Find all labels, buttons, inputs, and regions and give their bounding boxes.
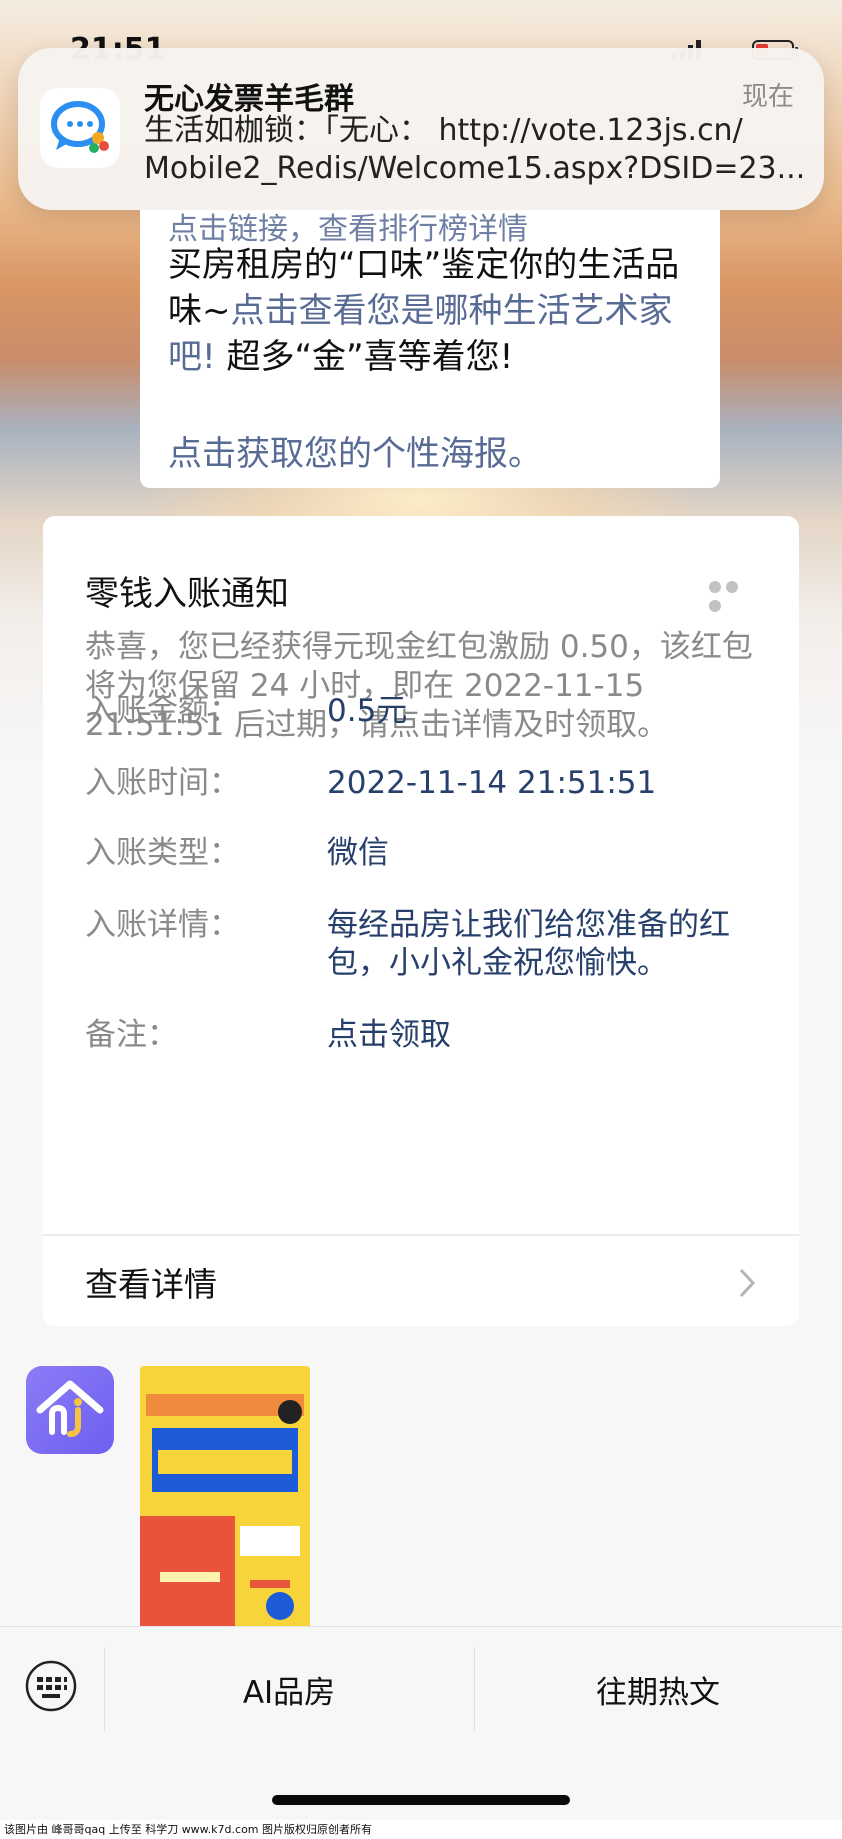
chat-bubble-icon (40, 88, 120, 168)
menu-item-ai-pinfang[interactable]: AI品房 (104, 1667, 474, 1712)
view-details-label: 查看详情 (85, 1265, 217, 1304)
row-label: 入账金额： (85, 693, 240, 729)
notification-time: 现在 (741, 82, 794, 112)
row-value: 微信 (327, 835, 389, 871)
app-avatar[interactable] (26, 1366, 114, 1454)
row-label: 入账详情： (85, 907, 240, 943)
notification-body-line: 生活如枷锁：「无心： http://vote.123js.cn/ (144, 113, 743, 148)
home-indicator[interactable] (272, 1795, 570, 1805)
article-text: 超多“金”喜等着您! (215, 337, 514, 377)
balance-notification-card[interactable]: 零钱入账通知 恭喜，您已经获得元现金红包激励 0.50，该红包将为您保留 24 … (43, 516, 799, 1326)
row-label: 入账类型： (85, 835, 240, 871)
notification-body-line: Mobile2_Redis/Welcome15.aspx?DSID=23... (144, 151, 806, 186)
keyboard-icon[interactable] (24, 1659, 78, 1713)
poster-link[interactable]: 点击获取您的个性海报。 (168, 426, 542, 475)
view-details-button[interactable]: 查看详情 (43, 1236, 799, 1326)
push-notification[interactable]: 无心发票羊毛群 现在 生活如枷锁：「无心： http://vote.123js.… (18, 48, 824, 210)
claim-link[interactable]: 点击领取 (327, 1016, 767, 1054)
row-value: 每经品房让我们给您准备的红包，小小礼金祝您愉快。 (327, 907, 730, 981)
card-title: 零钱入账通知 (85, 574, 289, 614)
chevron-right-icon (739, 1268, 756, 1298)
row-label: 备注： (85, 1017, 178, 1053)
more-dots-icon[interactable] (709, 578, 759, 612)
row-value: 2022-11-14 21:51:51 (327, 765, 657, 801)
poster-image-thumbnail[interactable] (140, 1366, 310, 1630)
article-message-card[interactable]: 点击链接，查看排行榜详情 买房租房的“口味”鉴定你的生活品味~点击查看您是哪种生… (140, 210, 720, 488)
row-value: 0.5元 (327, 693, 408, 729)
bottom-menu-bar: AI品房 往期热文 (0, 1626, 842, 1821)
menu-item-past-articles[interactable]: 往期热文 (474, 1667, 842, 1712)
article-paragraph: 买房租房的“口味”鉴定你的生活品味~点击查看您是哪种生活艺术家吧! 超多“金”喜… (168, 242, 700, 380)
notification-body: 生活如枷锁：「无心： http://vote.123js.cn/ Mobile2… (144, 112, 810, 188)
row-label: 入账时间： (85, 765, 240, 801)
watermark-footer: 该图片由 峰哥哥qaq 上传至 科学刀 www.k7d.com 图片版权归原创者… (0, 1820, 842, 1839)
